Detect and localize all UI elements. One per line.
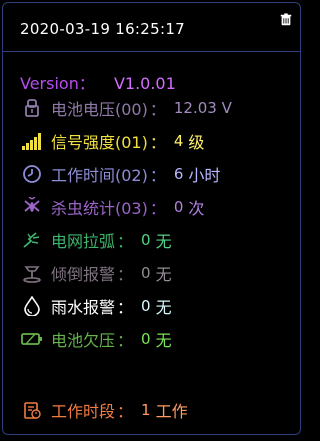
work-period-label: 工作时段 xyxy=(51,402,116,421)
row-rain-alarm: 雨水报警 ： 0 无 xyxy=(20,293,172,319)
tilt-alarm-colon: ： xyxy=(117,265,134,284)
version-line: Version： V1.0.01 xyxy=(20,70,176,94)
row-work-time: 工作时间(02) ： 6 小时 xyxy=(20,161,220,187)
insect-icon xyxy=(20,195,44,219)
schedule-icon xyxy=(20,398,44,422)
signal-bars-icon xyxy=(20,129,44,153)
battery-voltage-value: 12.03 V xyxy=(173,99,232,117)
work-period-unit: 工作 xyxy=(155,402,188,421)
signal-strength-colon: ： xyxy=(149,133,166,152)
clock-icon xyxy=(20,162,44,186)
version-label: Version： xyxy=(20,74,95,93)
lock-icon xyxy=(20,96,44,120)
battery-voltage-label: 电池电压(00) xyxy=(51,100,148,119)
trash-icon[interactable] xyxy=(279,12,293,26)
insect-count-colon: ： xyxy=(149,199,166,218)
datetime-text: 2020-03-19 16:25:17 xyxy=(20,20,186,38)
battery-icon xyxy=(20,327,44,351)
work-time-colon: ： xyxy=(149,166,166,185)
row-tilt-alarm: 倾倒报警 ： 0 无 xyxy=(20,260,172,286)
rain-alarm-colon: ： xyxy=(117,298,134,317)
row-battery-voltage: 电池电压(00) ： 12.03 V xyxy=(20,95,232,121)
tilt-alarm-value: 0 xyxy=(141,264,151,282)
panel-header: 2020-03-19 16:25:17 xyxy=(3,3,300,52)
arc-spark-icon xyxy=(20,228,44,252)
row-signal-strength: 信号强度(01) ： 4 级 xyxy=(20,128,204,154)
rain-alarm-label: 雨水报警 xyxy=(51,298,116,317)
signal-strength-unit: 级 xyxy=(188,133,205,152)
tilt-alarm-unit: 无 xyxy=(155,265,172,284)
low-battery-colon: ： xyxy=(117,331,134,350)
grid-arc-colon: ： xyxy=(117,232,134,251)
grid-arc-value: 0 xyxy=(141,231,151,249)
insect-count-label: 杀虫统计(03) xyxy=(51,199,148,218)
rain-alarm-unit: 无 xyxy=(155,298,172,317)
low-battery-label: 电池欠压 xyxy=(51,331,116,350)
insect-count-value: 0 xyxy=(173,198,184,216)
work-time-label: 工作时间(02) xyxy=(51,166,148,185)
work-time-unit: 小时 xyxy=(188,166,221,185)
battery-voltage-colon: ： xyxy=(149,100,166,119)
rain-alarm-value: 0 xyxy=(141,297,151,315)
low-battery-value: 0 xyxy=(141,330,151,348)
device-status-panel: 2020-03-19 16:25:17 Version： V1.0.01 电池电… xyxy=(2,2,301,435)
work-period-colon: ： xyxy=(117,402,134,421)
signal-strength-label: 信号强度(01) xyxy=(51,133,148,152)
tilt-icon xyxy=(20,261,44,285)
work-period-value: 1 xyxy=(141,401,151,419)
low-battery-unit: 无 xyxy=(155,331,172,350)
row-grid-arc: 电网拉弧 ： 0 无 xyxy=(20,227,172,253)
row-insect-count: 杀虫统计(03) ： 0 次 xyxy=(20,194,204,220)
row-low-battery: 电池欠压 ： 0 无 xyxy=(20,326,172,352)
grid-arc-label: 电网拉弧 xyxy=(51,232,116,251)
raindrop-icon xyxy=(20,294,44,318)
tilt-alarm-label: 倾倒报警 xyxy=(51,265,116,284)
version-value: V1.0.01 xyxy=(113,74,176,93)
work-time-value: 6 xyxy=(173,165,184,183)
insect-count-unit: 次 xyxy=(188,199,205,218)
grid-arc-unit: 无 xyxy=(155,232,172,251)
signal-strength-value: 4 xyxy=(173,132,184,150)
row-work-period: 工作时段 ： 1 工作 xyxy=(20,397,188,423)
